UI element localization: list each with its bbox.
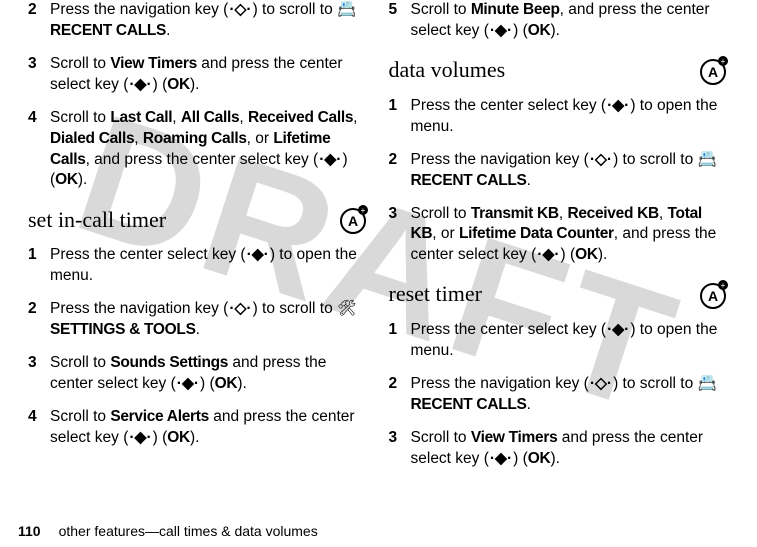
instruction-step: 2Press the navigation key (·◇·) to scrol… [389, 150, 730, 192]
feature-badge-icon: A+ [697, 54, 729, 86]
feature-badge-icon: A+ [697, 278, 729, 310]
menu-icon: 🛠 [337, 300, 357, 317]
instruction-step: 3Scroll to View Timers and press the cen… [28, 54, 369, 96]
instruction-step: 4Scroll to Service Alerts and press the … [28, 407, 369, 449]
step-number: 5 [389, 0, 411, 42]
left-column: 2Press the navigation key (·◇·) to scrol… [18, 0, 379, 505]
step-text: Press the navigation key (·◇·) to scroll… [411, 374, 730, 416]
svg-text:A: A [347, 213, 357, 229]
step-text: Scroll to View Timers and press the cent… [50, 54, 369, 96]
step-number: 3 [28, 54, 50, 96]
page-number: 110 [18, 523, 41, 539]
instruction-step: 3Scroll to Sounds Settings and press the… [28, 353, 369, 395]
heading-data-volumes: data volumes [389, 55, 506, 85]
step-text: Press the center select key (·◆·) to ope… [50, 245, 369, 287]
menu-icon: 📇 [698, 375, 717, 392]
instruction-step: 3Scroll to View Timers and press the cen… [389, 428, 730, 470]
instruction-step: 5Scroll to Minute Beep, and press the ce… [389, 0, 730, 42]
step-number: 3 [389, 204, 411, 267]
step-text: Scroll to Service Alerts and press the c… [50, 407, 369, 449]
svg-text:+: + [721, 281, 726, 290]
svg-text:+: + [721, 57, 726, 66]
instruction-step: 2Press the navigation key (·◇·) to scrol… [28, 299, 369, 341]
svg-text:A: A [708, 288, 718, 304]
step-text: Scroll to Minute Beep, and press the cen… [411, 0, 730, 42]
page-footer: 110 other features—call times & data volu… [18, 523, 318, 539]
instruction-step: 1Press the center select key (·◆·) to op… [389, 96, 730, 138]
step-number: 2 [389, 150, 411, 192]
instruction-step: 1Press the center select key (·◆·) to op… [389, 320, 730, 362]
step-text: Scroll to Transmit KB, Received KB, Tota… [411, 204, 730, 267]
instruction-step: 1Press the center select key (·◆·) to op… [28, 245, 369, 287]
step-text: Scroll to Sounds Settings and press the … [50, 353, 369, 395]
step-text: Press the center select key (·◆·) to ope… [411, 320, 730, 362]
heading-in-call-timer: set in-call timer [28, 205, 166, 235]
step-text: Scroll to View Timers and press the cent… [411, 428, 730, 470]
step-number: 3 [389, 428, 411, 470]
instruction-step: 4Scroll to Last Call, All Calls, Receive… [28, 108, 369, 192]
step-number: 1 [389, 96, 411, 138]
heading-reset-timer: reset timer [389, 279, 482, 309]
right-column: 5Scroll to Minute Beep, and press the ce… [379, 0, 740, 505]
instruction-step: 3Scroll to Transmit KB, Received KB, Tot… [389, 204, 730, 267]
step-number: 3 [28, 353, 50, 395]
menu-icon: 📇 [698, 151, 717, 168]
step-number: 2 [28, 299, 50, 341]
left-steps-a: 2Press the navigation key (·◇·) to scrol… [28, 0, 369, 191]
svg-text:+: + [360, 206, 365, 215]
step-text: Scroll to Last Call, All Calls, Received… [50, 108, 369, 192]
menu-icon: 📇 [337, 1, 356, 18]
step-text: Press the navigation key (·◇·) to scroll… [50, 0, 369, 42]
right-steps-a: 5Scroll to Minute Beep, and press the ce… [389, 0, 730, 42]
step-text: Press the navigation key (·◇·) to scroll… [50, 299, 369, 341]
instruction-step: 2Press the navigation key (·◇·) to scrol… [389, 374, 730, 416]
feature-badge-icon: A+ [337, 203, 369, 235]
right-steps-c: 1Press the center select key (·◆·) to op… [389, 320, 730, 470]
step-number: 4 [28, 407, 50, 449]
step-text: Press the center select key (·◆·) to ope… [411, 96, 730, 138]
page-content: 2Press the navigation key (·◇·) to scrol… [0, 0, 757, 505]
step-text: Press the navigation key (·◇·) to scroll… [411, 150, 730, 192]
step-number: 2 [28, 0, 50, 42]
step-number: 1 [389, 320, 411, 362]
step-number: 2 [389, 374, 411, 416]
step-number: 1 [28, 245, 50, 287]
svg-text:A: A [708, 64, 718, 80]
instruction-step: 2Press the navigation key (·◇·) to scrol… [28, 0, 369, 42]
right-steps-b: 1Press the center select key (·◆·) to op… [389, 96, 730, 266]
footer-text: other features—call times & data volumes [59, 523, 318, 539]
step-number: 4 [28, 108, 50, 192]
left-steps-b: 1Press the center select key (·◆·) to op… [28, 245, 369, 448]
